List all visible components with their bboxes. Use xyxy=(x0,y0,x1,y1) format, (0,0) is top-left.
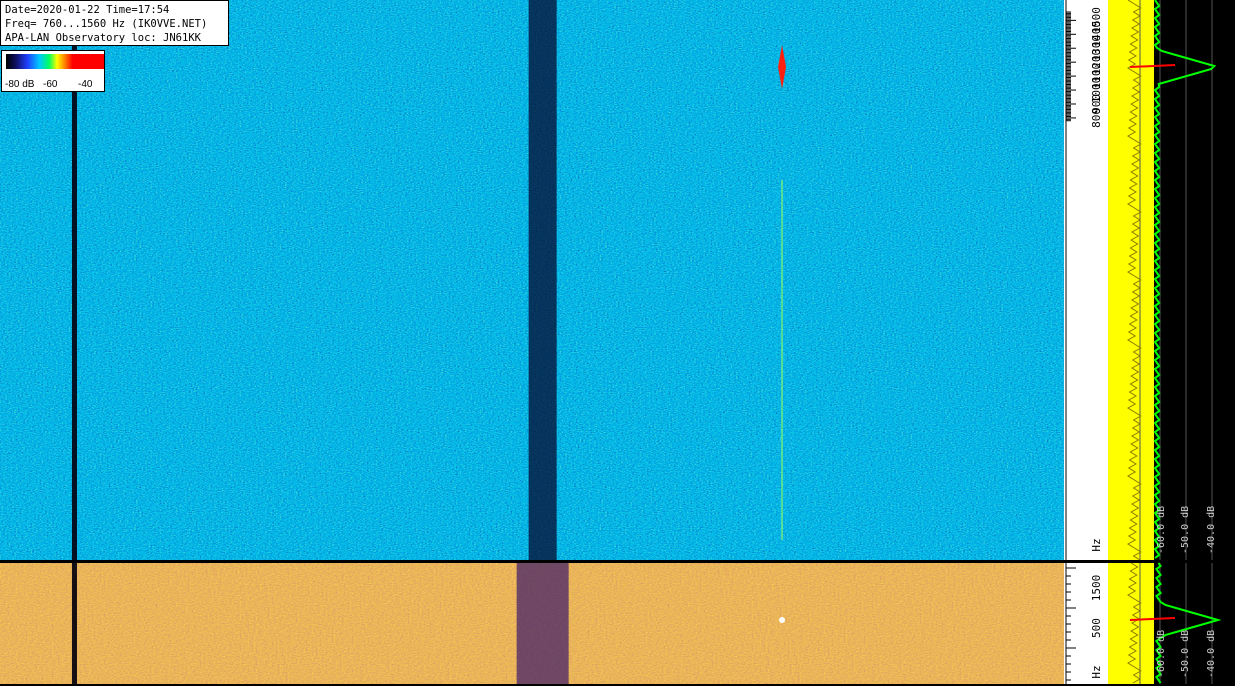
header-date-time: Date=2020-01-22 Time=17:54 xyxy=(5,4,170,16)
dark-band-mark xyxy=(528,0,557,560)
spectrum-axis-tick-label: -40.0 dB xyxy=(1206,506,1217,554)
spectrogram-window: 800 900 1000 1100 1200 1300 1400 1500 Hz 500 1500… xyxy=(0,0,1235,686)
top-frequency-axis: 800900100011001200130014001500Hz xyxy=(1064,0,1108,560)
bottom-spectrum-panel: -60.0 dB -50.0 dB -40.0 dB xyxy=(1108,562,1235,684)
carrier-signal-mark-bottom xyxy=(779,617,786,623)
dark-line-mark-bottom xyxy=(71,563,77,684)
bottom-waterfall-panel xyxy=(0,563,1064,684)
bottom-frequency-axis: 500 1500 Hz xyxy=(1064,563,1108,684)
spectrogram-chart: 800900100011001200130014001500Hz 5001500… xyxy=(0,0,1235,684)
bottom-axis-tick-label: 1500 xyxy=(1090,575,1103,602)
spectrum-axis-tick-label: -60.0 dB xyxy=(1156,506,1167,554)
info-header: Date=2020-01-22 Time=17:54 Freq= 760...1… xyxy=(0,0,229,46)
spectrum-fill-mark xyxy=(1108,0,1154,560)
bottom-axis-tick-label: 500 xyxy=(1090,618,1103,638)
top-axis-tick-label: 1500 xyxy=(1090,7,1103,34)
colorbar-gradient xyxy=(6,54,104,69)
spectrum-fill-mark xyxy=(1108,563,1154,684)
spectrum-axis-tick-label: -50.0 dB xyxy=(1180,506,1191,554)
colorbar-label-mid: -60 xyxy=(43,79,58,90)
spectrum-axis-tick-label: -50.0 dB xyxy=(1180,630,1191,678)
bottom-axis-unit-label: Hz xyxy=(1090,665,1103,678)
spectrum-axis-tick-label: -40.0 dB xyxy=(1206,630,1217,678)
colorbar-label-max: -40 xyxy=(78,79,93,90)
top-waterfall-panel xyxy=(0,0,1064,560)
header-observatory: APA-LAN Observatory loc: JN61KK xyxy=(5,32,201,44)
spectrum-axis-tick-label: -60.0 dB xyxy=(1156,630,1167,678)
dark-band-mark-bottom xyxy=(516,563,569,684)
top-spectrum-panel: -60.0 dB -50.0 dB -40.0 dB xyxy=(1108,0,1235,561)
colorbar-legend: -80 dB -60 -40 xyxy=(1,50,105,92)
colorbar-label-min: -80 dB xyxy=(5,79,35,90)
panel-divider xyxy=(0,560,1235,563)
header-frequency: Freq= 760...1560 Hz (IK0VVE.NET) xyxy=(5,18,208,30)
top-axis-unit-label: Hz xyxy=(1090,538,1103,551)
